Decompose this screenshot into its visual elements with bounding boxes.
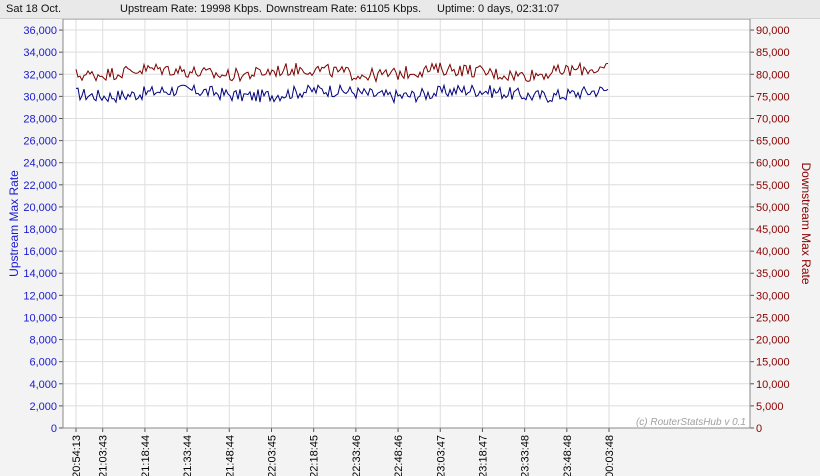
- right-tick-label: 10,000: [756, 379, 790, 391]
- right-tick-label: 70,000: [756, 113, 790, 125]
- right-tick-label: 75,000: [756, 91, 790, 103]
- left-tick-label: 8,000: [29, 335, 57, 347]
- x-tick-label: 21:48:44: [224, 435, 236, 476]
- right-tick-label: 15,000: [756, 357, 790, 369]
- status-downstream-rate: Downstream Rate: 61105 Kbps.: [266, 3, 422, 15]
- x-tick-label: 23:48:48: [562, 435, 574, 476]
- left-tick-label: 34,000: [23, 47, 57, 59]
- status-uptime: Uptime: 0 days, 02:31:07: [437, 3, 560, 15]
- left-tick-label: 18,000: [23, 224, 57, 236]
- x-tick-label: 22:03:45: [266, 435, 278, 476]
- x-tick-label: 22:48:46: [393, 435, 405, 476]
- x-tick-label: 23:33:48: [520, 435, 532, 476]
- status-bar: Sat 18 Oct. Upstream Rate: 19998 Kbps. D…: [0, 0, 820, 19]
- plot-area: [63, 19, 750, 428]
- right-tick-label: 55,000: [756, 180, 790, 192]
- left-tick-label: 16,000: [23, 246, 57, 258]
- status-upstream-rate: Upstream Rate: 19998 Kbps.: [120, 3, 262, 15]
- left-tick-label: 26,000: [23, 136, 57, 148]
- right-tick-label: 90,000: [756, 25, 790, 37]
- left-tick-label: 6,000: [29, 357, 57, 369]
- x-tick-label: 23:03:47: [435, 435, 447, 476]
- left-tick-label: 22,000: [23, 180, 57, 192]
- x-tick-label: 21:03:43: [98, 435, 110, 476]
- x-tick-label: 22:18:45: [309, 435, 321, 476]
- left-axis-title: Upstream Max Rate: [7, 170, 21, 277]
- x-tick-label: 21:18:44: [140, 435, 152, 476]
- left-tick-label: 24,000: [23, 158, 57, 170]
- right-tick-label: 35,000: [756, 268, 790, 280]
- right-tick-label: 30,000: [756, 290, 790, 302]
- right-tick-label: 85,000: [756, 47, 790, 59]
- left-tick-label: 2,000: [29, 401, 57, 413]
- left-tick-label: 0: [51, 423, 57, 435]
- left-tick-label: 36,000: [23, 25, 57, 37]
- line-chart: 0 2,000 4,000 6,000 8,000 10,000 12,000 14,000 1…: [7, 18, 813, 476]
- left-tick-label: 20,000: [23, 202, 57, 214]
- left-tick-label: 28,000: [23, 113, 57, 125]
- right-tick-label: 25,000: [756, 312, 790, 324]
- x-tick-label: 21:33:44: [182, 435, 194, 476]
- x-tick-label: 23:18:47: [477, 435, 489, 476]
- right-axis-title: Downstream Max Rate: [799, 162, 813, 284]
- right-tick-label: 20,000: [756, 335, 790, 347]
- x-tick-label: 20:54:13: [71, 435, 83, 476]
- right-tick-label: 50,000: [756, 202, 790, 214]
- right-tick-label: 80,000: [756, 69, 790, 81]
- left-tick-label: 10,000: [23, 312, 57, 324]
- right-tick-label: 60,000: [756, 158, 790, 170]
- left-tick-label: 30,000: [23, 91, 57, 103]
- left-tick-label: 32,000: [23, 69, 57, 81]
- left-tick-label: 4,000: [29, 379, 57, 391]
- right-tick-label: 40,000: [756, 246, 790, 258]
- x-tick-label: 22:33:46: [351, 435, 363, 476]
- right-tick-label: 65,000: [756, 136, 790, 148]
- right-tick-label: 45,000: [756, 224, 790, 236]
- left-tick-label: 14,000: [23, 268, 57, 280]
- status-date: Sat 18 Oct.: [6, 3, 62, 15]
- right-tick-label: 5,000: [756, 401, 784, 413]
- watermark: (c) RouterStatsHub v 0.1: [636, 417, 746, 428]
- left-tick-label: 12,000: [23, 290, 57, 302]
- x-tick-label: 00:03:48: [604, 435, 616, 476]
- right-tick-label: 0: [756, 423, 762, 435]
